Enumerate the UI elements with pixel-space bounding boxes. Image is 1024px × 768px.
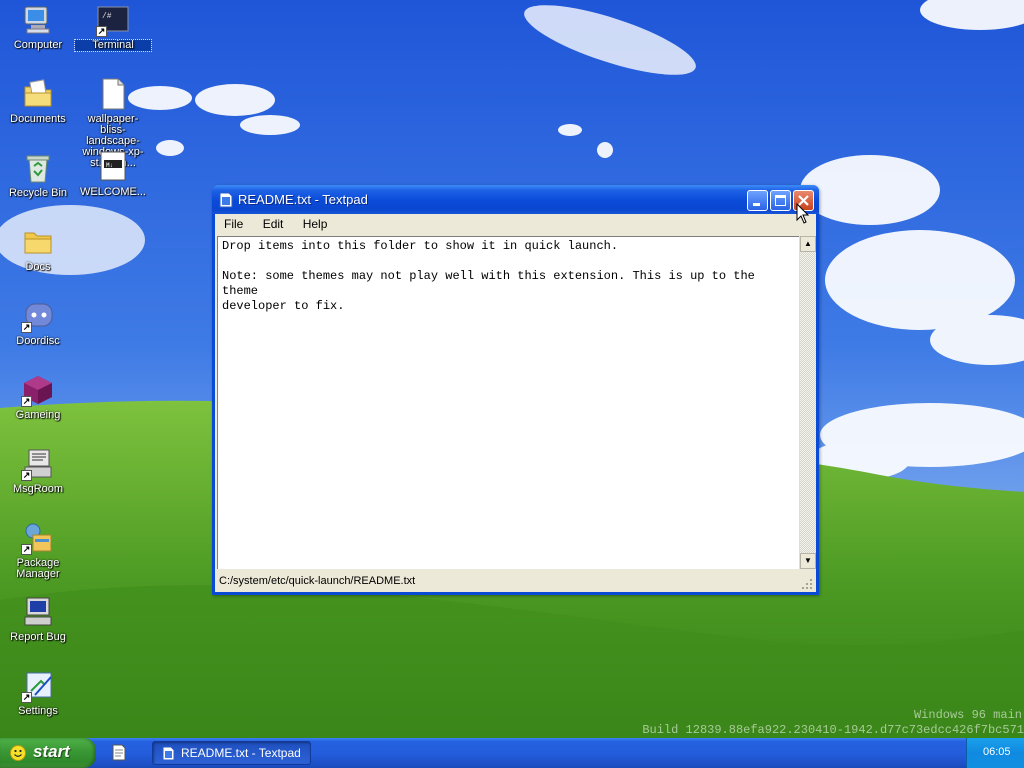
package-manager-icon: ↗ bbox=[21, 521, 55, 555]
scroll-down-button[interactable]: ▼ bbox=[800, 553, 816, 569]
msgroom-computer-icon: ↗ bbox=[21, 447, 55, 481]
menu-edit[interactable]: Edit bbox=[255, 214, 292, 234]
desktop-icon-label: Gameing bbox=[15, 409, 61, 421]
taskbar-button-textpad[interactable]: README.txt - Textpad bbox=[152, 741, 311, 765]
shortcut-arrow-icon: ↗ bbox=[96, 26, 107, 37]
settings-icon: ↗ bbox=[21, 669, 55, 703]
desktop-icon-label: Docs bbox=[25, 261, 51, 273]
scroll-up-button[interactable]: ▲ bbox=[800, 236, 816, 252]
window-client-area: File Edit Help Drop items into this fold… bbox=[215, 214, 816, 592]
desktop-icon-report-bug[interactable]: Report Bug bbox=[0, 595, 76, 643]
taskbar: start README.txt - Textpad 06:05 bbox=[0, 738, 1024, 768]
start-button[interactable]: start bbox=[0, 738, 96, 768]
desktop-icon-doordisc[interactable]: ↗ Doordisc bbox=[0, 299, 76, 347]
desktop-icon-label: Computer bbox=[13, 39, 63, 51]
watermark-line-2: Build 12839.88efa922.230410-1942.d77c73e… bbox=[642, 723, 1024, 737]
desktop-icon-label: WELCOME... bbox=[79, 186, 146, 198]
menu-help[interactable]: Help bbox=[295, 214, 336, 234]
menu-bar: File Edit Help bbox=[215, 214, 816, 234]
game-cube-icon: ↗ bbox=[21, 373, 55, 407]
desktop-icon-package-manager[interactable]: ↗ Package Manager bbox=[0, 521, 76, 580]
svg-text:/#: /# bbox=[102, 12, 112, 21]
desktop-icon-label: Settings bbox=[18, 705, 58, 717]
shortcut-arrow-icon: ↗ bbox=[21, 322, 32, 333]
system-tray: 06:05 bbox=[966, 738, 1024, 768]
watermark-line-1: Windows 96 main bbox=[913, 708, 1022, 722]
textpad-app-icon bbox=[162, 746, 175, 761]
svg-text:M↓: M↓ bbox=[106, 162, 113, 169]
minimize-button[interactable] bbox=[747, 190, 768, 211]
start-label: start bbox=[33, 742, 70, 761]
mouse-cursor-icon bbox=[796, 203, 810, 224]
window-titlebar[interactable]: README.txt - Textpad bbox=[212, 185, 819, 214]
desktop-icon-settings[interactable]: ↗ Settings bbox=[0, 669, 76, 717]
shortcut-arrow-icon: ↗ bbox=[21, 470, 32, 481]
recycle-bin-icon bbox=[21, 151, 55, 185]
desktop-icon-computer[interactable]: Computer bbox=[0, 3, 76, 51]
text-editor-area[interactable]: Drop items into this folder to show it i… bbox=[217, 236, 799, 569]
desktop-icon-label: Terminal bbox=[74, 39, 152, 52]
status-file-path: C:/system/etc/quick-launch/README.txt bbox=[219, 575, 416, 587]
desktop-icon-label: Doordisc bbox=[16, 335, 60, 347]
terminal-icon: /# ↗ bbox=[96, 3, 130, 37]
desktop-icon-label: Recycle Bin bbox=[8, 187, 68, 199]
welcome-file-icon: M↓ bbox=[96, 150, 130, 184]
clock[interactable]: 06:05 bbox=[983, 746, 1011, 758]
desktop-icon-recycle-bin[interactable]: Recycle Bin bbox=[0, 151, 76, 199]
desktop-icon-label: Package Manager bbox=[16, 557, 60, 580]
quick-launch-file-icon[interactable] bbox=[112, 744, 126, 761]
shortcut-arrow-icon: ↗ bbox=[21, 692, 32, 703]
maximize-button[interactable] bbox=[770, 190, 791, 211]
textpad-app-icon bbox=[219, 192, 233, 208]
computer-icon bbox=[21, 3, 55, 37]
desktop-icon-label: Documents bbox=[10, 113, 66, 125]
resize-grip-icon[interactable] bbox=[801, 578, 813, 590]
report-bug-computer-icon bbox=[21, 595, 55, 629]
desktop-icon-label: MsgRoom bbox=[12, 483, 64, 495]
status-bar: C:/system/etc/quick-launch/README.txt bbox=[215, 571, 816, 592]
documents-folder-icon bbox=[21, 77, 55, 111]
desktop-icon-docs[interactable]: Docs bbox=[0, 225, 76, 273]
build-watermark: Windows 96 main Build 12839.88efa922.230… bbox=[642, 708, 1024, 738]
desktop-icon-documents[interactable]: Documents bbox=[0, 77, 76, 125]
vertical-scrollbar[interactable]: ▲ ▼ bbox=[799, 236, 816, 569]
window-title: README.txt - Textpad bbox=[238, 192, 368, 207]
desktop-icon-terminal[interactable]: /# ↗ Terminal bbox=[74, 3, 152, 52]
maximize-icon bbox=[775, 195, 786, 206]
desktop-icon-label: Report Bug bbox=[10, 631, 66, 643]
folder-icon bbox=[21, 225, 55, 259]
smiley-logo-icon bbox=[10, 745, 26, 761]
taskbar-button-label: README.txt - Textpad bbox=[181, 746, 301, 760]
menu-file[interactable]: File bbox=[215, 214, 251, 234]
scroll-track[interactable] bbox=[800, 252, 816, 553]
desktop-icon-msgroom[interactable]: ↗ MsgRoom bbox=[0, 447, 76, 495]
minimize-icon bbox=[753, 203, 760, 206]
shortcut-arrow-icon: ↗ bbox=[21, 396, 32, 407]
file-icon bbox=[96, 77, 130, 111]
shortcut-arrow-icon: ↗ bbox=[21, 544, 32, 555]
desktop-icon-gameing[interactable]: ↗ Gameing bbox=[0, 373, 76, 421]
desktop-icon-welcome[interactable]: M↓ WELCOME... bbox=[75, 150, 151, 198]
doordisc-chat-icon: ↗ bbox=[21, 299, 55, 333]
textpad-window[interactable]: README.txt - Textpad File Edit Help Drop… bbox=[212, 185, 819, 595]
